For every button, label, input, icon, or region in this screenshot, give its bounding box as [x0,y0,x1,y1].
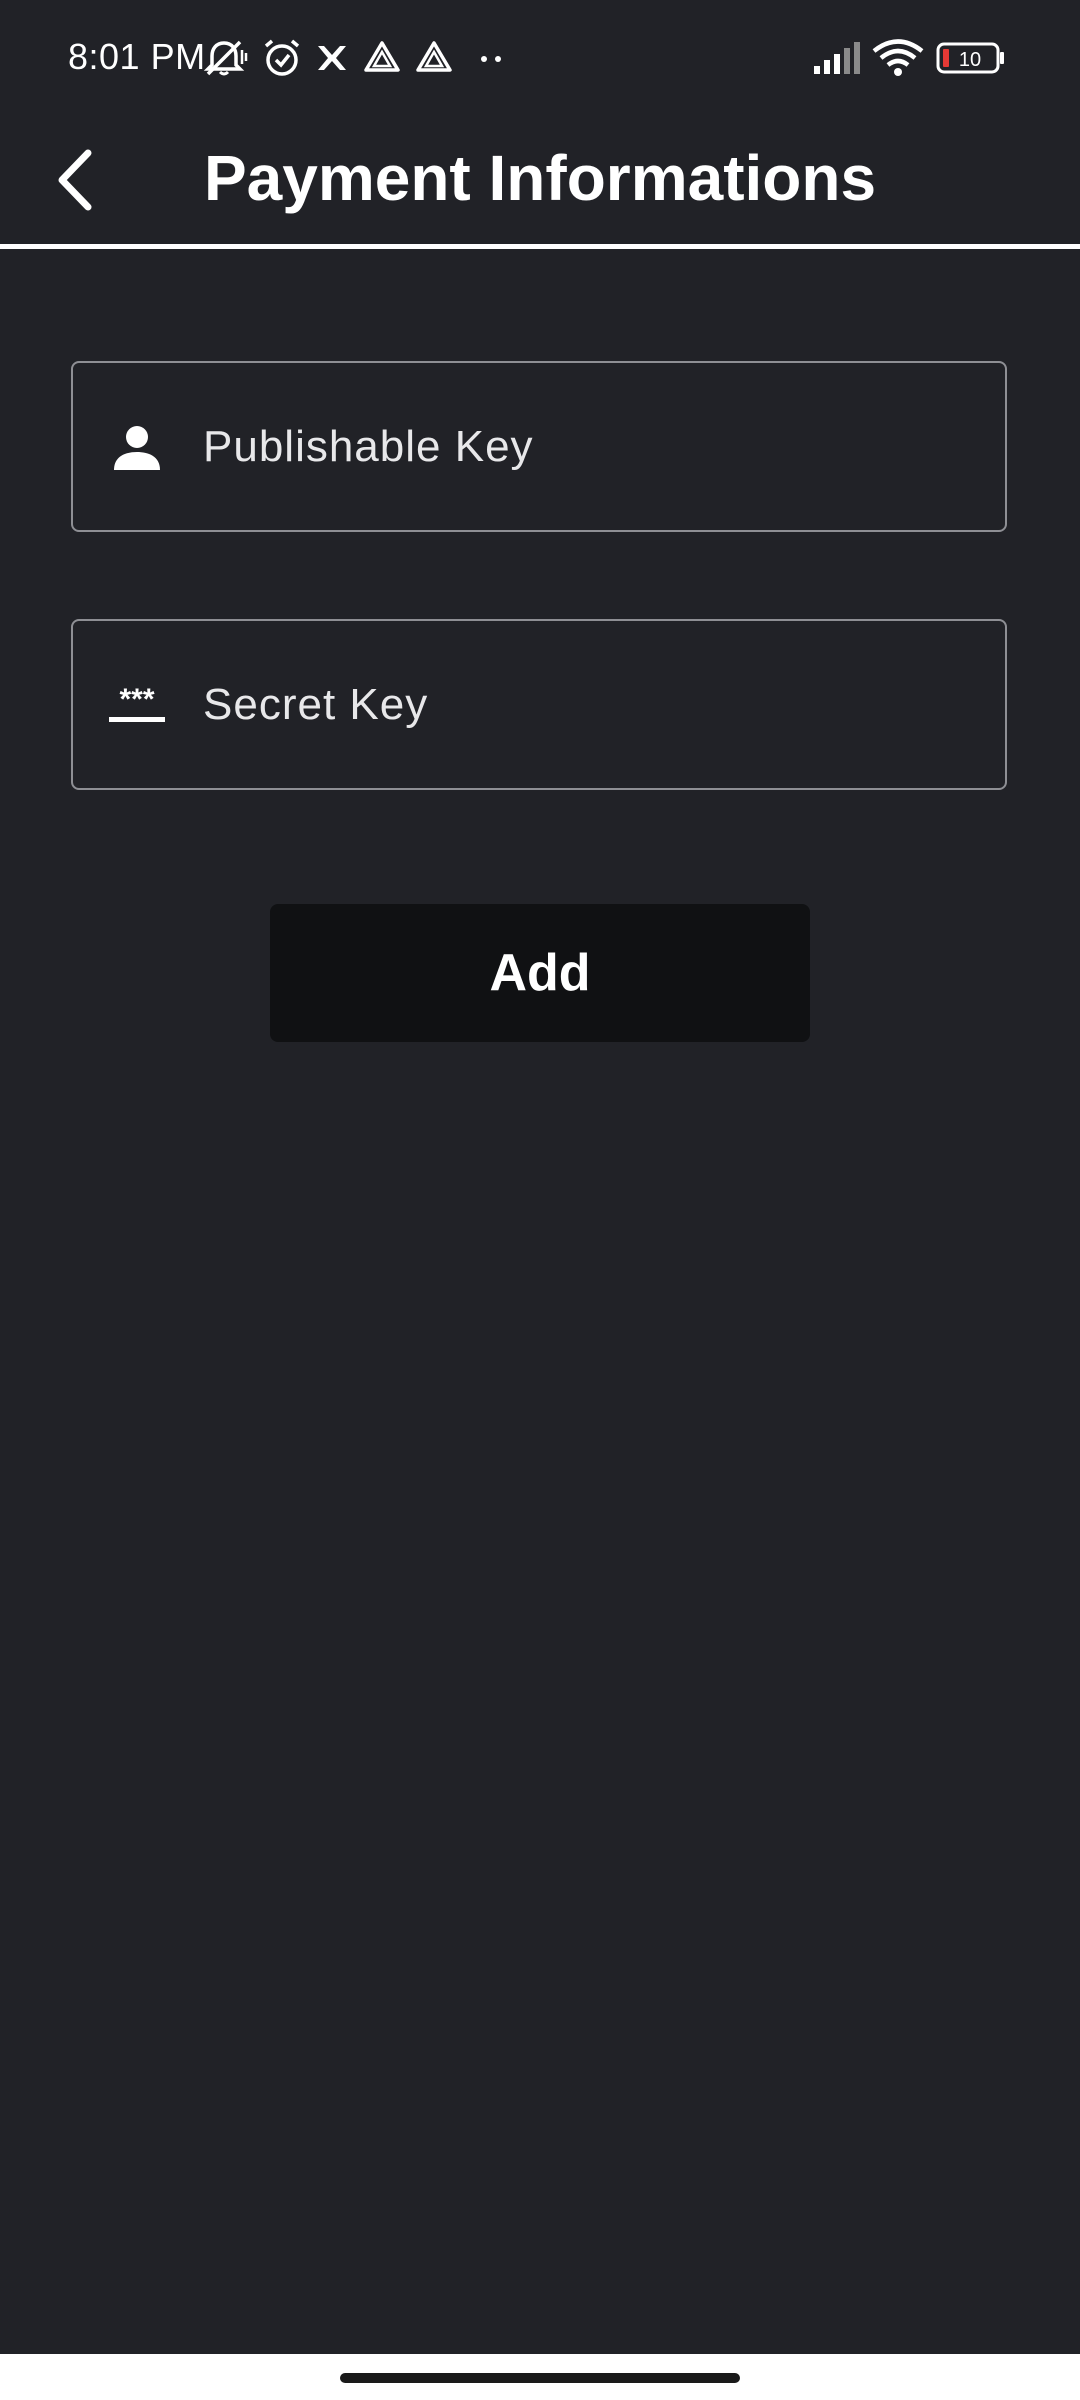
secret-key-input[interactable] [203,621,981,788]
secret-key-field[interactable]: *** [71,619,1007,790]
wifi-icon [872,38,924,78]
drive-icon [362,38,402,78]
battery-icon: 10 [936,38,1006,78]
status-bar: 8:01 PM 10 [0,0,1080,118]
header-divider [0,244,1080,249]
drive-icon [414,38,454,78]
signal-icon [812,38,862,78]
password-icon: *** [105,673,169,737]
publishable-key-field[interactable] [71,361,1007,532]
svg-text:***: *** [119,685,154,716]
page-title: Payment Informations [203,142,877,214]
app-header: Payment Informations [0,118,1080,244]
mute-icon [200,38,248,78]
alarm-icon [262,38,302,78]
more-dots-icon [476,38,506,78]
add-button[interactable]: Add [270,904,810,1042]
system-nav-bar [0,2354,1080,2400]
publishable-key-input[interactable] [203,363,981,530]
home-indicator[interactable] [340,2373,740,2383]
status-time: 8:01 PM [68,36,206,77]
person-icon [105,415,169,479]
battery-level: 10 [959,49,981,71]
app-x-icon [314,38,350,78]
